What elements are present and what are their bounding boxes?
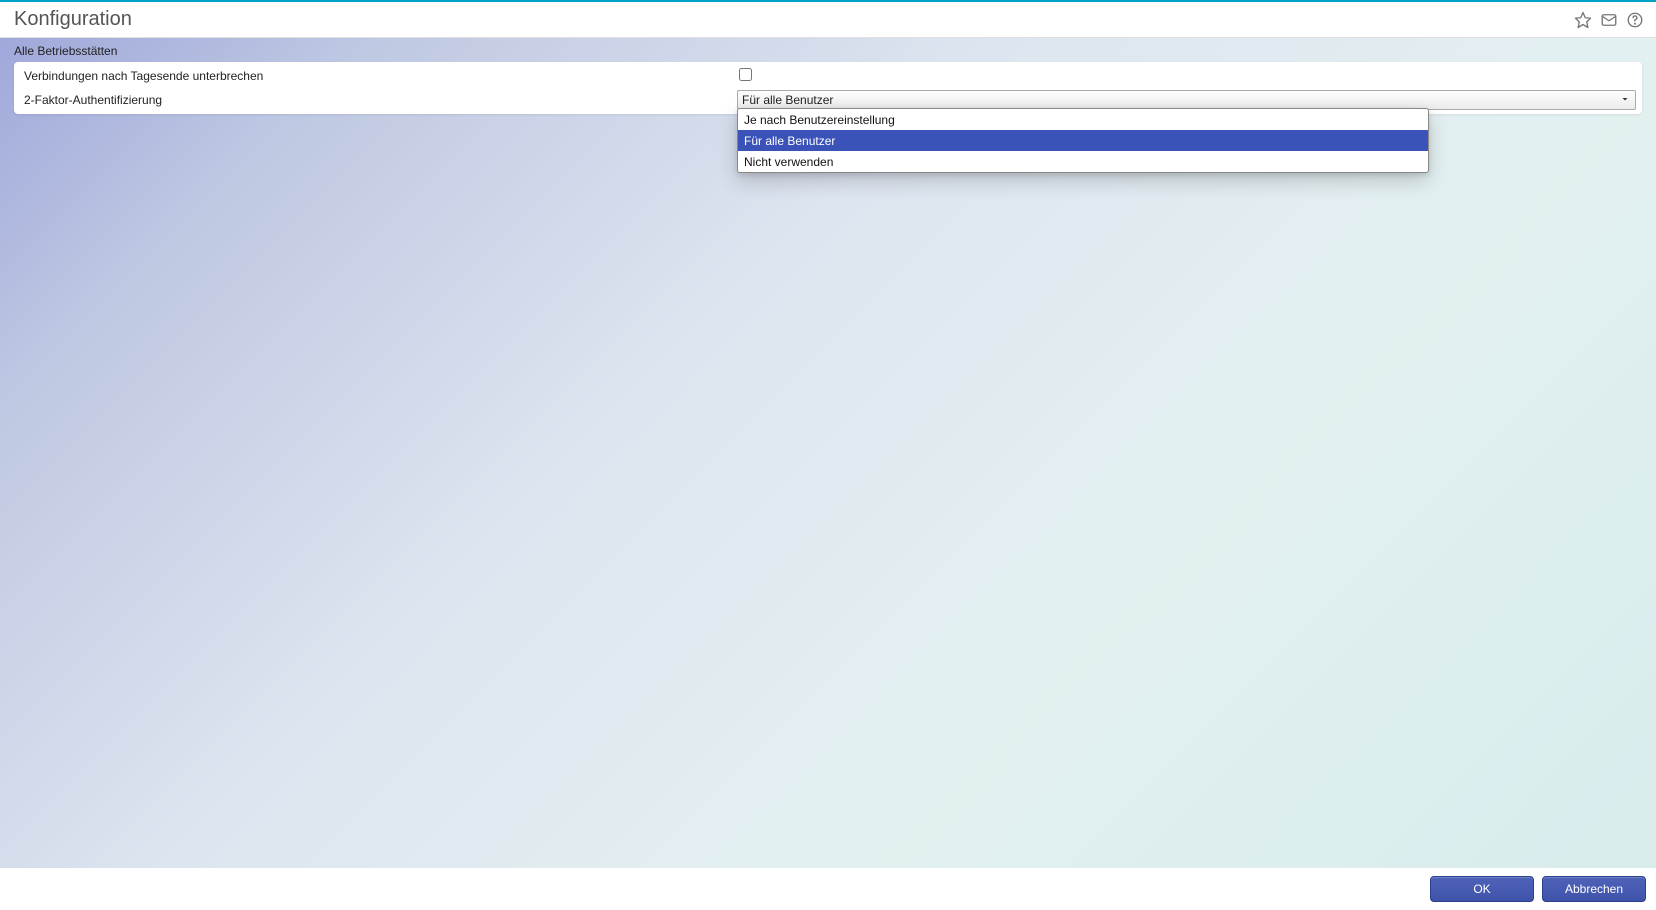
setting-disconnect-control	[737, 68, 1642, 84]
setting-disconnect-row: Verbindungen nach Tagesende unterbrechen	[14, 64, 1642, 88]
mail-icon[interactable]	[1600, 11, 1618, 29]
cancel-button[interactable]: Abbrechen	[1542, 876, 1646, 902]
twofa-select[interactable]: Für alle Benutzer	[737, 90, 1636, 110]
section-label: Alle Betriebsstätten	[0, 38, 1656, 62]
twofa-option-user-setting[interactable]: Je nach Benutzereinstellung	[738, 109, 1428, 130]
page-header: Konfiguration	[0, 2, 1656, 38]
settings-panel: Verbindungen nach Tagesende unterbrechen…	[14, 62, 1642, 114]
twofa-option-all-users[interactable]: Für alle Benutzer	[738, 130, 1428, 151]
footer-bar: OK Abbrechen	[0, 868, 1656, 910]
twofa-dropdown[interactable]: Je nach Benutzereinstellung Für alle Ben…	[737, 108, 1429, 173]
setting-disconnect-label: Verbindungen nach Tagesende unterbrechen	[14, 69, 737, 83]
star-icon[interactable]	[1574, 11, 1592, 29]
chevron-down-icon	[1619, 93, 1631, 108]
help-icon[interactable]	[1626, 11, 1644, 29]
content-area: Alle Betriebsstätten Verbindungen nach T…	[0, 38, 1656, 868]
twofa-select-value: Für alle Benutzer	[742, 93, 833, 107]
setting-twofa-control: Für alle Benutzer	[737, 90, 1642, 110]
header-icons	[1574, 11, 1644, 29]
twofa-option-disabled[interactable]: Nicht verwenden	[738, 151, 1428, 172]
disconnect-checkbox[interactable]	[739, 68, 752, 81]
setting-twofa-label: 2-Faktor-Authentifizierung	[14, 93, 737, 107]
ok-button[interactable]: OK	[1430, 876, 1534, 902]
page-title: Konfiguration	[14, 8, 132, 31]
